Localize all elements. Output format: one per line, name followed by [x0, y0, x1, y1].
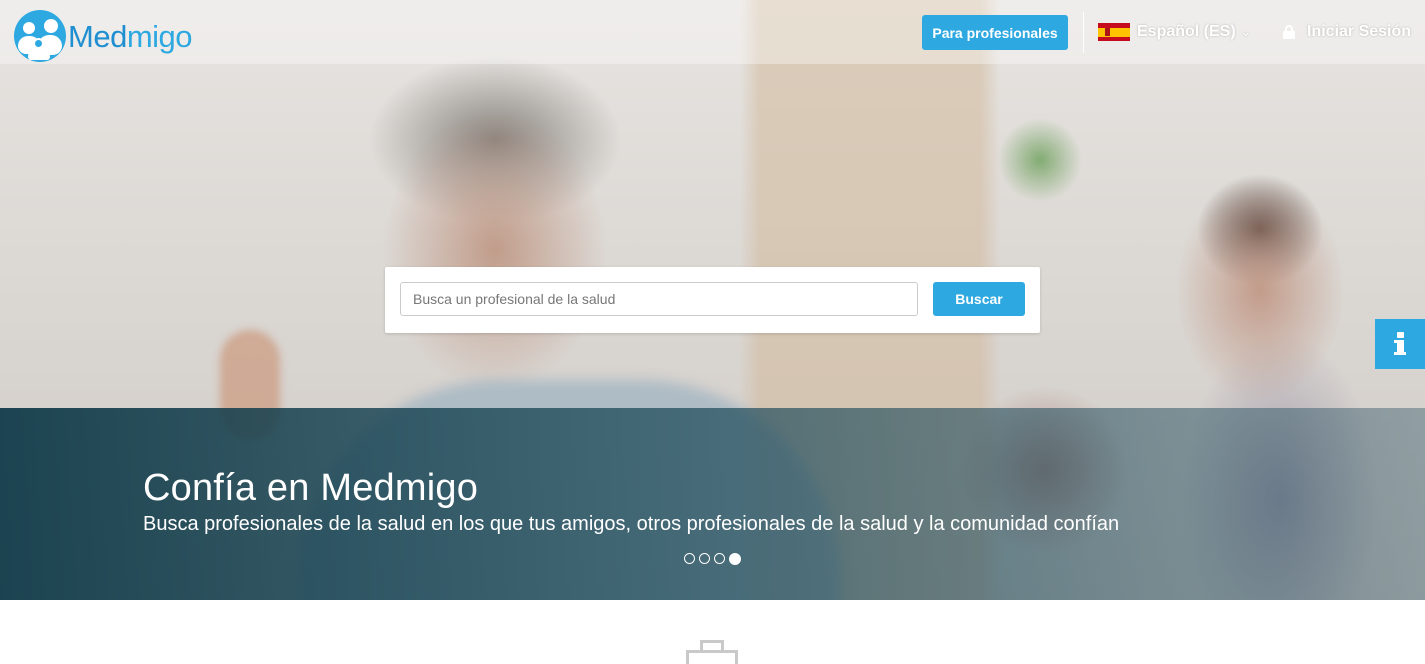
carousel-dot-2[interactable] [699, 553, 710, 564]
carousel-dot-3[interactable] [714, 553, 725, 564]
spain-flag-icon [1098, 23, 1130, 41]
hospital-icon [686, 640, 738, 664]
language-label: Español (ES) [1137, 23, 1236, 40]
carousel-dot-1[interactable] [684, 553, 695, 564]
info-tab-button[interactable] [1375, 319, 1425, 369]
logo-people-icon [14, 10, 66, 62]
carousel-indicators [684, 553, 741, 565]
info-icon [1393, 332, 1407, 356]
carousel-dot-4[interactable] [729, 553, 741, 565]
carousel-title: Confía en Medmigo [143, 467, 479, 509]
language-selector[interactable]: Español (ES) ⌄ [1098, 20, 1251, 44]
carousel-subtitle: Busca profesionales de la salud en los q… [143, 513, 1120, 535]
search-panel: Buscar [385, 267, 1040, 333]
for-professionals-button[interactable]: Para profesionales [922, 15, 1068, 50]
login-link[interactable]: Iniciar Sesión [1283, 20, 1411, 44]
medmigo-logo[interactable]: Medmigo [14, 10, 193, 62]
search-button[interactable]: Buscar [933, 282, 1025, 316]
logo-wordmark: Medmigo [68, 18, 193, 54]
search-input[interactable] [400, 282, 918, 316]
chevron-down-icon: ⌄ [1240, 25, 1251, 39]
login-label: Iniciar Sesión [1307, 23, 1412, 40]
lock-icon [1283, 25, 1295, 39]
nav-divider [1083, 12, 1084, 53]
